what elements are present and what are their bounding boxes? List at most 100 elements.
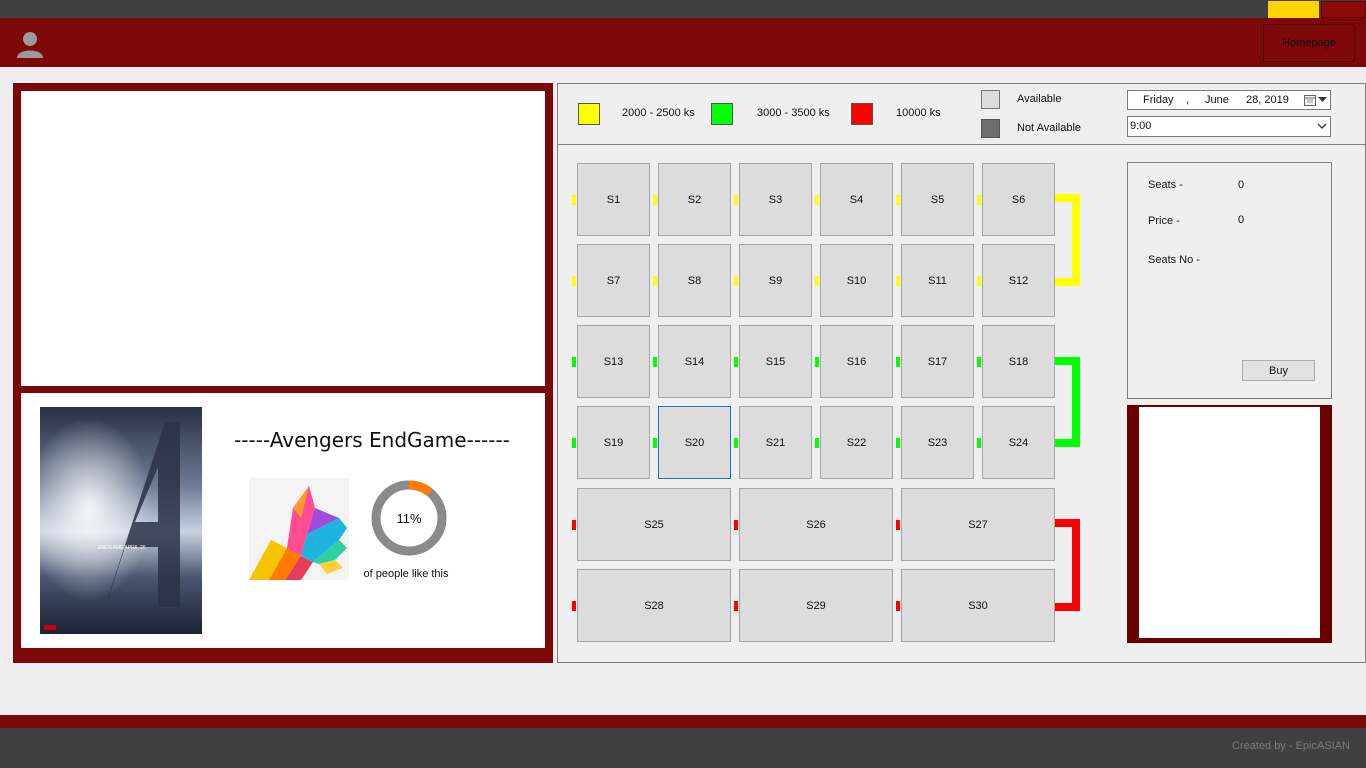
price-label: Price -	[1148, 215, 1180, 227]
seat-s18[interactable]: S18	[982, 325, 1055, 398]
date-sep: ,	[1186, 94, 1190, 106]
movie-title: -----Avengers EndGame------	[234, 428, 510, 452]
calendar-icon[interactable]	[1304, 94, 1316, 106]
seat-s9[interactable]: S9	[739, 244, 812, 317]
seat-s15[interactable]: S15	[739, 325, 812, 398]
seat-s2[interactable]: S2	[658, 163, 731, 236]
close-button[interactable]	[1321, 1, 1366, 18]
legend-label-tier2: 3000 - 3500 ks	[757, 107, 830, 119]
seat-tier-marker	[734, 276, 738, 286]
seat-s20[interactable]: S20	[658, 406, 731, 479]
ticket-image-area	[1139, 407, 1320, 638]
seat-tier-marker	[815, 195, 819, 205]
legend-label-not-available: Not Available	[1017, 122, 1082, 134]
seat-s30[interactable]: S30	[901, 569, 1055, 642]
seat-s28[interactable]: S28	[577, 569, 731, 642]
seat-tier-marker	[734, 520, 738, 530]
seats-no-label: Seats No -	[1148, 254, 1200, 266]
date-dayyear: 28, 2019	[1246, 94, 1289, 106]
legend-label-tier3: 10000 ks	[896, 107, 941, 119]
seat-s13[interactable]: S13	[577, 325, 650, 398]
seat-s3[interactable]: S3	[739, 163, 812, 236]
legend-swatch-available	[981, 90, 1000, 109]
seat-tier-marker	[734, 601, 738, 611]
seat-tier-marker	[653, 276, 657, 286]
bracket-tier1	[1055, 194, 1080, 286]
time-value: 9:00	[1130, 120, 1152, 132]
like-caption: of people like this	[363, 568, 449, 580]
seat-tier-marker	[572, 438, 576, 448]
seat-tier-marker	[977, 195, 981, 205]
minimize-button[interactable]	[1268, 1, 1319, 18]
homepage-button[interactable]: Homepage	[1263, 24, 1355, 62]
seat-s5[interactable]: S5	[901, 163, 974, 236]
seat-s24[interactable]: S24	[982, 406, 1055, 479]
buy-button[interactable]: Buy	[1242, 360, 1315, 381]
seat-s10[interactable]: S10	[820, 244, 893, 317]
footer-band	[0, 715, 1366, 728]
movie-poster: ENDGAME APRIL 26	[40, 407, 202, 634]
seat-tier-marker	[977, 438, 981, 448]
seat-s11[interactable]: S11	[901, 244, 974, 317]
seat-tier-marker	[815, 357, 819, 367]
seats-count-label: Seats -	[1148, 179, 1183, 191]
row-bracket-lines	[1055, 194, 1080, 611]
seat-tier-marker	[977, 276, 981, 286]
seat-s22[interactable]: S22	[820, 406, 893, 479]
seat-s1[interactable]: S1	[577, 163, 650, 236]
seat-s8[interactable]: S8	[658, 244, 731, 317]
seat-tier-marker	[896, 357, 900, 367]
seat-tier-marker	[896, 520, 900, 530]
seat-tier-marker	[734, 357, 738, 367]
seat-tier-marker	[896, 438, 900, 448]
seat-tier-marker	[572, 276, 576, 286]
price-value: 0	[1238, 214, 1245, 226]
seat-s17[interactable]: S17	[901, 325, 974, 398]
seat-s14[interactable]: S14	[658, 325, 731, 398]
legend-swatch-not-available	[981, 119, 1000, 138]
legend-swatch-tier2	[711, 103, 733, 125]
seat-s21[interactable]: S21	[739, 406, 812, 479]
date-picker[interactable]: Friday , June 28, 2019	[1127, 90, 1331, 110]
seat-s12[interactable]: S12	[982, 244, 1055, 317]
seat-s26[interactable]: S26	[739, 488, 893, 561]
seat-tier-marker	[815, 438, 819, 448]
seat-s25[interactable]: S25	[577, 488, 731, 561]
seat-tier-marker	[572, 357, 576, 367]
chevron-down-icon[interactable]	[1318, 97, 1327, 103]
seat-s29[interactable]: S29	[739, 569, 893, 642]
chevron-down-icon[interactable]	[1317, 123, 1327, 130]
legend-swatch-tier3	[851, 103, 873, 125]
header-bar	[0, 18, 1366, 67]
seat-s4[interactable]: S4	[820, 163, 893, 236]
like-donut-chart: 11%	[371, 480, 447, 556]
seat-tier-marker	[572, 195, 576, 205]
seat-s19[interactable]: S19	[577, 406, 650, 479]
thumbs-up-icon	[249, 478, 349, 580]
seat-tier-marker	[896, 276, 900, 286]
seat-s16[interactable]: S16	[820, 325, 893, 398]
trailer-area	[21, 91, 545, 386]
seat-tier-marker	[734, 195, 738, 205]
time-select[interactable]: 9:00	[1127, 116, 1331, 137]
seat-s7[interactable]: S7	[577, 244, 650, 317]
seat-tier-marker	[977, 357, 981, 367]
seat-tier-marker	[572, 601, 576, 611]
seat-tier-marker	[653, 438, 657, 448]
seat-s27[interactable]: S27	[901, 488, 1055, 561]
seat-tier-marker	[734, 438, 738, 448]
title-strip	[0, 0, 1366, 18]
seat-s23[interactable]: S23	[901, 406, 974, 479]
date-day: Friday	[1143, 94, 1174, 106]
bracket-tier2	[1055, 357, 1080, 447]
bracket-tier3	[1055, 519, 1080, 611]
date-month: June	[1205, 94, 1229, 106]
seat-tier-marker	[653, 195, 657, 205]
seat-s6[interactable]: S6	[982, 163, 1055, 236]
user-icon[interactable]	[15, 30, 45, 58]
seat-tier-marker	[572, 520, 576, 530]
seat-tier-marker	[815, 276, 819, 286]
legend-swatch-tier1	[578, 103, 600, 125]
legend-label-tier1: 2000 - 2500 ks	[622, 107, 695, 119]
poster-caption: ENDGAME APRIL 26	[98, 545, 146, 551]
